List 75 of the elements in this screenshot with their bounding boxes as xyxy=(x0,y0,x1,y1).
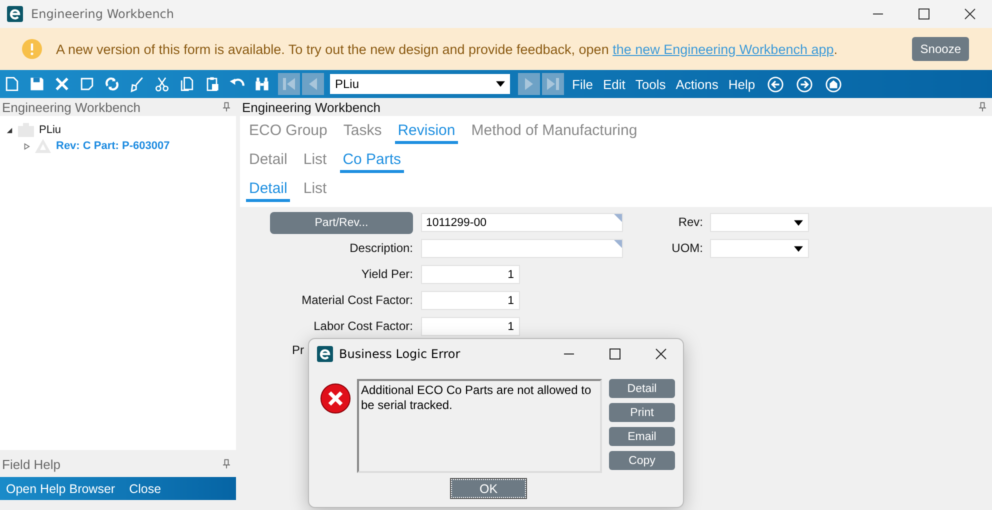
error-message: Additional ECO Co Parts are not allowed to be serial tracked. xyxy=(361,383,592,412)
dialog-button[interactable]: Copy xyxy=(609,451,675,470)
new-file-icon[interactable] xyxy=(3,75,21,93)
cut-icon[interactable] xyxy=(153,75,171,93)
home-icon[interactable] xyxy=(825,76,842,92)
window-title: Engineering Workbench xyxy=(31,7,174,21)
dialog-button[interactable]: Detail xyxy=(609,379,675,398)
pin-icon[interactable] xyxy=(223,102,230,112)
menu-item[interactable]: Help xyxy=(728,76,756,92)
app-logo-icon xyxy=(317,346,333,362)
binoculars-icon[interactable] xyxy=(253,75,271,93)
panel-title: Engineering Workbench xyxy=(242,100,381,114)
ok-button[interactable]: OK xyxy=(451,479,526,498)
menu-item[interactable]: Tools xyxy=(635,76,666,92)
dropdown-arrow-icon xyxy=(794,220,803,226)
dropdown-arrow-icon xyxy=(794,246,803,252)
record-combo[interactable]: PLiu xyxy=(330,74,510,94)
error-icon xyxy=(320,383,351,414)
pin-icon[interactable] xyxy=(979,102,986,112)
input-field[interactable]: 1 xyxy=(421,291,520,310)
tab[interactable]: Revision xyxy=(394,120,458,144)
dropdown-arrow-icon xyxy=(496,81,505,87)
close-icon[interactable] xyxy=(964,8,976,20)
menu-item[interactable]: Edit xyxy=(602,76,626,92)
field-label: Labor Cost Factor: xyxy=(312,318,413,335)
corner-mark-icon xyxy=(614,240,622,248)
help-action[interactable]: Open Help Browser xyxy=(6,482,116,496)
tab[interactable]: Detail xyxy=(246,149,290,173)
corner-mark-icon xyxy=(614,214,622,222)
tab[interactable]: Method of Manufacturing xyxy=(468,120,640,144)
tab[interactable]: Tasks xyxy=(340,120,385,144)
tree-item[interactable]: PLiu xyxy=(39,124,62,136)
input-field[interactable]: 1011299-00 xyxy=(421,213,623,232)
field-label: Material Cost Factor: xyxy=(300,292,413,309)
copy-icon[interactable] xyxy=(178,75,196,93)
banner-message: A new version of this form is available. To try out the new design and provide feedback, open the new Engineering Workbench app. xyxy=(56,42,838,56)
field-label: Description: xyxy=(348,240,413,257)
help-action[interactable]: Close xyxy=(129,482,162,496)
field-label: Rev: xyxy=(677,214,703,231)
panel-title: Field Help xyxy=(2,456,61,472)
close-icon[interactable] xyxy=(655,348,667,360)
dropdown-field[interactable] xyxy=(710,213,809,232)
input-field[interactable] xyxy=(421,239,623,258)
tab[interactable]: ECO Group xyxy=(246,120,330,144)
dropdown-field[interactable] xyxy=(710,239,809,258)
dialog-button[interactable]: Print xyxy=(609,403,675,422)
part-rev-button[interactable]: Part/Rev... xyxy=(270,212,413,234)
save-icon[interactable] xyxy=(28,75,46,93)
panel-title: Engineering Workbench xyxy=(2,100,141,114)
maximize-icon[interactable] xyxy=(918,8,930,20)
note-icon[interactable] xyxy=(78,75,96,93)
pin-icon[interactable] xyxy=(223,459,230,469)
refresh-icon[interactable] xyxy=(103,75,121,93)
dialog-button[interactable]: Email xyxy=(609,427,675,446)
menu-item[interactable]: Actions xyxy=(676,76,718,92)
tab[interactable]: List xyxy=(300,149,330,173)
expander-icon[interactable] xyxy=(6,126,13,134)
input-field[interactable]: 1 xyxy=(421,265,520,284)
tab[interactable]: List xyxy=(300,178,330,202)
menu-item[interactable]: File xyxy=(572,76,593,92)
delete-icon[interactable] xyxy=(53,75,71,93)
field-label: UOM: xyxy=(670,240,703,257)
tab[interactable]: Detail xyxy=(246,178,290,202)
snooze-button[interactable]: Snooze xyxy=(912,37,969,61)
app-logo-icon xyxy=(7,6,23,22)
tab[interactable]: Co Parts xyxy=(340,149,404,173)
tree-item[interactable]: Rev: C Part: P-603007 xyxy=(56,140,170,152)
brush-icon[interactable] xyxy=(128,75,146,93)
dialog-title: Business Logic Error xyxy=(339,347,460,361)
maximize-icon[interactable] xyxy=(609,348,621,360)
field-label: Pr xyxy=(292,342,304,359)
input-field[interactable]: 1 xyxy=(421,317,520,336)
warning-icon xyxy=(22,39,42,59)
new-app-link[interactable]: the new Engineering Workbench app xyxy=(612,42,834,56)
field-label: Yield Per: xyxy=(360,266,413,283)
